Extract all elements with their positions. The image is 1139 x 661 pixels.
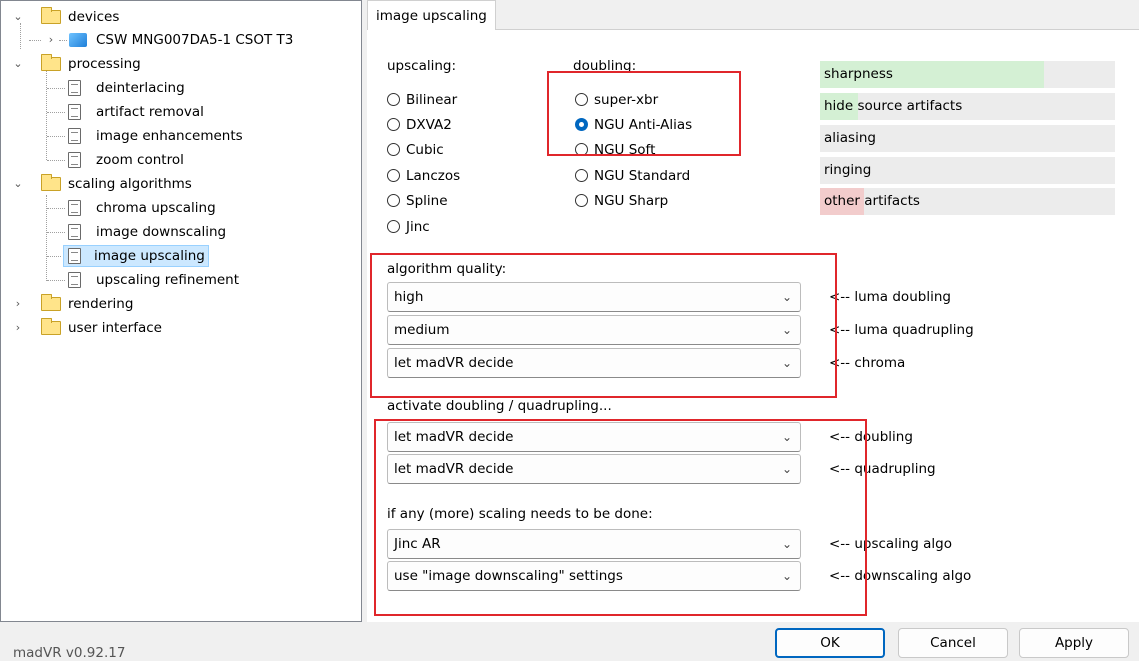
radio-ngu-sharp[interactable]: NGU Sharp (575, 190, 668, 212)
radio-bilinear[interactable]: Bilinear (387, 89, 457, 111)
folder-icon (41, 54, 61, 71)
luma-doubling-note: <-- luma doubling (829, 289, 951, 305)
tree-item-deinterlacing[interactable]: deinterlacing (1, 77, 361, 99)
tree-item-label: image downscaling (96, 224, 227, 240)
tree-item-label: deinterlacing (96, 80, 185, 96)
chevron-right-icon[interactable]: › (11, 317, 25, 339)
bar-other-artifacts: other artifacts (820, 188, 1115, 215)
bar-hide-source-artifacts: hide source artifacts (820, 93, 1115, 120)
tree-item-label: processing (68, 56, 141, 72)
tree-item-scaling-algorithms[interactable]: ⌄ scaling algorithms (1, 173, 361, 195)
radio-jinc[interactable]: Jinc (387, 216, 430, 238)
ok-button[interactable]: OK (775, 628, 885, 658)
bar-label: sharpness (824, 66, 893, 82)
tree-item-label: chroma upscaling (96, 200, 216, 216)
tree-item-label: image upscaling (63, 245, 209, 267)
radio-ngu-standard[interactable]: NGU Standard (575, 165, 690, 187)
bar-label: ringing (824, 162, 872, 178)
highlight-box-doubling (547, 71, 741, 156)
tree-item-label: rendering (68, 296, 134, 312)
bar-aliasing: aliasing (820, 125, 1115, 152)
luma-quadrupling-note: <-- luma quadrupling (829, 322, 974, 338)
monitor-icon (69, 33, 87, 47)
tree-item-processing[interactable]: ⌄ processing (1, 53, 361, 75)
version-label: madVR v0.92.17 (13, 645, 126, 661)
document-icon (68, 224, 81, 240)
tree-item-rendering[interactable]: › rendering (1, 293, 361, 315)
folder-icon (41, 294, 61, 311)
tree-item-label: user interface (68, 320, 162, 336)
bar-ringing: ringing (820, 157, 1115, 184)
apply-button[interactable]: Apply (1019, 628, 1129, 658)
tree-item-label: image enhancements (96, 128, 243, 144)
tree-item-label: CSW MNG007DA5-1 CSOT T3 (96, 32, 294, 48)
tree-item-upscaling-refinement[interactable]: upscaling refinement (1, 269, 361, 291)
settings-tree: ⌄ devices › CSW MNG007DA5-1 CSOT T3 ⌄ pr… (0, 0, 362, 622)
tree-item-zoom-control[interactable]: zoom control (1, 149, 361, 171)
activate-doubling-heading: activate doubling / quadrupling... (387, 398, 612, 414)
tree-item-device[interactable]: › CSW MNG007DA5-1 CSOT T3 (1, 29, 361, 51)
tree-item-artifact-removal[interactable]: artifact removal (1, 101, 361, 123)
chevron-right-icon[interactable]: › (11, 293, 25, 315)
radio-dxva2[interactable]: DXVA2 (387, 114, 452, 136)
bar-label: hide source artifacts (824, 98, 963, 114)
chroma-note: <-- chroma (829, 355, 906, 371)
bar-sharpness: sharpness (820, 61, 1115, 88)
tree-item-label: artifact removal (96, 104, 204, 120)
chevron-down-icon[interactable]: ⌄ (11, 173, 25, 195)
tree-item-user-interface[interactable]: › user interface (1, 317, 361, 339)
document-icon (68, 80, 81, 96)
tree-item-chroma-upscaling[interactable]: chroma upscaling (1, 197, 361, 219)
document-icon (68, 128, 81, 144)
document-icon (68, 200, 81, 216)
folder-icon (41, 318, 61, 335)
chevron-down-icon[interactable]: ⌄ (11, 6, 25, 28)
document-icon (68, 152, 81, 168)
highlight-box-scaling (374, 419, 867, 616)
document-icon (68, 248, 81, 264)
tab-image-upscaling[interactable]: image upscaling (367, 0, 496, 30)
folder-icon (41, 174, 61, 191)
tree-item-image-downscaling[interactable]: image downscaling (1, 221, 361, 243)
radio-cubic[interactable]: Cubic (387, 139, 444, 161)
bar-label: other artifacts (824, 193, 920, 209)
highlight-box-quality (370, 253, 837, 398)
document-icon (68, 272, 81, 288)
chevron-down-icon[interactable]: ⌄ (11, 53, 25, 75)
cancel-button[interactable]: Cancel (898, 628, 1008, 658)
radio-lanczos[interactable]: Lanczos (387, 165, 460, 187)
chevron-right-icon[interactable]: › (44, 29, 58, 51)
tree-item-image-enhancements[interactable]: image enhancements (1, 125, 361, 147)
bar-label: aliasing (824, 130, 876, 146)
tree-item-label: devices (68, 9, 120, 25)
folder-icon (41, 7, 61, 24)
tree-item-label: zoom control (96, 152, 184, 168)
tree-item-label: upscaling refinement (96, 272, 240, 288)
tree-item-label: scaling algorithms (68, 176, 192, 192)
tree-item-image-upscaling[interactable]: image upscaling (1, 245, 361, 267)
tree-item-devices[interactable]: ⌄ devices (1, 6, 361, 28)
document-icon (68, 104, 81, 120)
radio-spline[interactable]: Spline (387, 190, 448, 212)
upscaling-heading: upscaling: (387, 58, 457, 74)
